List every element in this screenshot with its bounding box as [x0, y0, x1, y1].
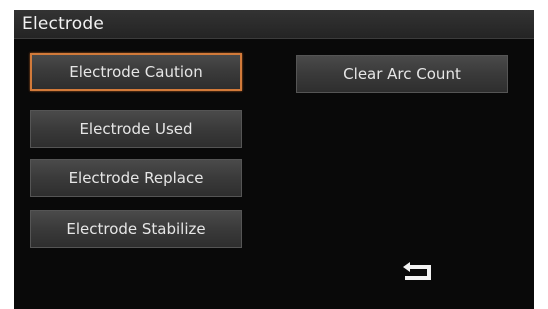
- back-button[interactable]: [398, 256, 438, 288]
- electrode-stabilize-button[interactable]: Electrode Stabilize: [30, 210, 242, 248]
- electrode-used-button[interactable]: Electrode Used: [30, 110, 242, 148]
- electrode-replace-button[interactable]: Electrode Replace: [30, 159, 242, 197]
- screen-title: Electrode: [22, 14, 105, 34]
- electrode-screen: Electrode Electrode Caution Electrode Us…: [14, 10, 534, 309]
- electrode-caution-button[interactable]: Electrode Caution: [30, 53, 242, 91]
- clear-arc-count-button[interactable]: Clear Arc Count: [296, 55, 508, 93]
- title-bar: Electrode: [14, 10, 534, 39]
- return-arrow-icon: [403, 262, 431, 280]
